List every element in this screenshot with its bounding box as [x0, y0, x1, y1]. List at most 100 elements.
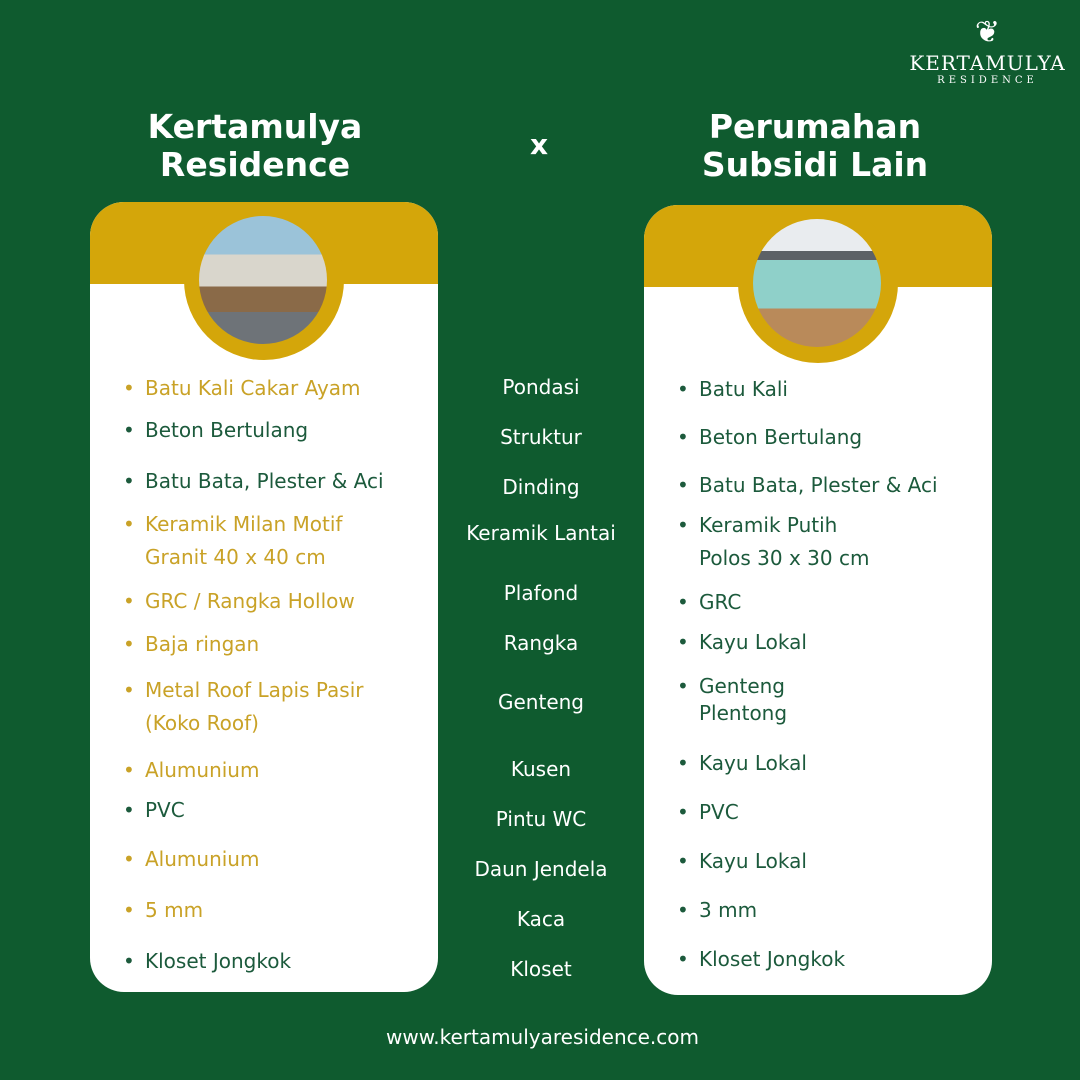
- bullet-icon: •: [677, 377, 689, 401]
- spec-text: GRC / Rangka Hollow: [145, 589, 355, 613]
- spec-text: PVC: [699, 800, 739, 824]
- bullet-icon: •: [123, 512, 135, 536]
- logo-subtitle: RESIDENCE: [937, 75, 1038, 86]
- left-title-line: Residence: [159, 145, 351, 184]
- left-spec-item: • Metal Roof Lapis Pasir (Koko Roof): [123, 674, 364, 740]
- right-title-line: Subsidi Lain: [701, 145, 929, 184]
- spec-text: Batu Bata, Plester & Aci: [699, 473, 938, 497]
- spec-text: Metal Roof Lapis Pasir (Koko Roof): [145, 678, 364, 735]
- bullet-icon: •: [123, 949, 135, 973]
- left-card: • Batu Kali Cakar Ayam • Beton Bertulang • Ba…: [90, 202, 438, 992]
- spec-text: Kayu Lokal: [699, 630, 807, 654]
- category-label: Kusen: [510, 757, 572, 781]
- bullet-icon: •: [677, 898, 689, 922]
- versus-label: x: [530, 128, 549, 161]
- bullet-icon: •: [123, 847, 135, 871]
- spec-text: Beton Bertulang: [145, 418, 309, 442]
- bullet-icon: •: [677, 590, 689, 614]
- category-label: Pintu WC: [495, 807, 587, 831]
- category-label: Kloset: [510, 957, 572, 981]
- spec-text: Kloset Jongkok: [145, 949, 292, 973]
- spec-text: Kayu Lokal: [699, 849, 807, 873]
- website-url[interactable]: www.kertamulyaresidence.com: [0, 1025, 1080, 1049]
- bullet-icon: •: [123, 469, 135, 493]
- right-spec-item: • Keramik Putih Polos 30 x 30 cm: [677, 509, 870, 575]
- category-label: Keramik Lantai: [466, 521, 616, 545]
- bullet-icon: •: [677, 513, 689, 537]
- category-label: Dinding: [502, 475, 580, 499]
- spec-text: Genteng Plentong: [699, 674, 788, 725]
- bullet-icon: •: [123, 898, 135, 922]
- bullet-icon: •: [123, 632, 135, 656]
- spec-text: 3 mm: [699, 898, 758, 922]
- left-spec-item: • Baja ringan: [123, 628, 260, 661]
- left-spec-item: • Batu Bata, Plester & Aci: [123, 465, 384, 498]
- spec-text: Keramik Putih Polos 30 x 30 cm: [699, 513, 870, 570]
- bullet-icon: •: [677, 473, 689, 497]
- spec-text: Batu Kali: [699, 377, 788, 401]
- spec-text: Kayu Lokal: [699, 751, 807, 775]
- bullet-icon: •: [677, 751, 689, 775]
- logo-name: KERTAMULYA: [909, 51, 1066, 75]
- left-spec-item: • PVC: [123, 794, 185, 827]
- spec-text: Alumunium: [145, 847, 260, 871]
- right-spec-item: • Kayu Lokal: [677, 845, 807, 878]
- bullet-icon: •: [123, 376, 135, 400]
- right-spec-item: • Genteng Plentong: [677, 673, 788, 727]
- right-spec-item: • Batu Bata, Plester & Aci: [677, 469, 938, 502]
- category-label: Plafond: [503, 581, 579, 605]
- bullet-icon: •: [123, 589, 135, 613]
- left-title: Kertamulya Residence: [100, 108, 410, 184]
- spec-text: Kloset Jongkok: [699, 947, 846, 971]
- spec-text: Alumunium: [145, 758, 260, 782]
- left-title-line: Kertamulya: [147, 107, 363, 146]
- house-photo: [753, 219, 881, 347]
- spec-text: PVC: [145, 798, 185, 822]
- bullet-icon: •: [677, 674, 689, 698]
- left-spec-item: • 5 mm: [123, 894, 204, 927]
- right-spec-item: • 3 mm: [677, 894, 758, 927]
- right-card: • Batu Kali • Beton Bertulang • Batu Bata, Pl…: [644, 205, 992, 995]
- bullet-icon: •: [123, 678, 135, 702]
- right-spec-item: • Beton Bertulang: [677, 421, 863, 454]
- category-label: Struktur: [500, 425, 582, 449]
- spec-text: Keramik Milan Motif Granit 40 x 40 cm: [145, 512, 343, 569]
- spec-text: Batu Bata, Plester & Aci: [145, 469, 384, 493]
- category-label: Genteng: [498, 690, 584, 714]
- right-spec-item: • GRC: [677, 586, 742, 619]
- right-spec-item: • Kayu Lokal: [677, 747, 807, 780]
- right-title: Perumahan Subsidi Lain: [660, 108, 970, 184]
- left-spec-item: • Alumunium: [123, 843, 260, 876]
- brand-logo: ❦ KERTAMULYA RESIDENCE: [905, 15, 1070, 86]
- left-spec-item: • Keramik Milan Motif Granit 40 x 40 cm: [123, 508, 343, 574]
- right-spec-item: • PVC: [677, 796, 739, 829]
- bullet-icon: •: [123, 418, 135, 442]
- left-spec-item: • Alumunium: [123, 754, 260, 787]
- bullet-icon: •: [123, 758, 135, 782]
- bullet-icon: •: [677, 630, 689, 654]
- bullet-icon: •: [677, 947, 689, 971]
- bullet-icon: •: [677, 849, 689, 873]
- right-spec-item: • Batu Kali: [677, 373, 788, 406]
- category-label: Daun Jendela: [474, 857, 608, 881]
- house-photo: [199, 216, 327, 344]
- right-spec-item: • Kloset Jongkok: [677, 943, 846, 976]
- spec-text: Batu Kali Cakar Ayam: [145, 376, 361, 400]
- spec-text: 5 mm: [145, 898, 204, 922]
- left-spec-item: • Batu Kali Cakar Ayam: [123, 372, 361, 405]
- category-label: Rangka: [503, 631, 579, 655]
- left-spec-item: • Beton Bertulang: [123, 414, 309, 447]
- category-label: Kaca: [516, 907, 566, 931]
- category-label: Pondasi: [502, 375, 580, 399]
- spec-text: Beton Bertulang: [699, 425, 863, 449]
- left-spec-item: • GRC / Rangka Hollow: [123, 585, 355, 618]
- bullet-icon: •: [123, 798, 135, 822]
- bullet-icon: •: [677, 800, 689, 824]
- left-spec-item: • Kloset Jongkok: [123, 945, 292, 978]
- bullet-icon: •: [677, 425, 689, 449]
- spec-text: GRC: [699, 590, 742, 614]
- spec-text: Baja ringan: [145, 632, 260, 656]
- lotus-leaf-icon: ❦: [974, 15, 1001, 50]
- right-spec-item: • Kayu Lokal: [677, 626, 807, 659]
- right-title-line: Perumahan: [708, 107, 922, 146]
